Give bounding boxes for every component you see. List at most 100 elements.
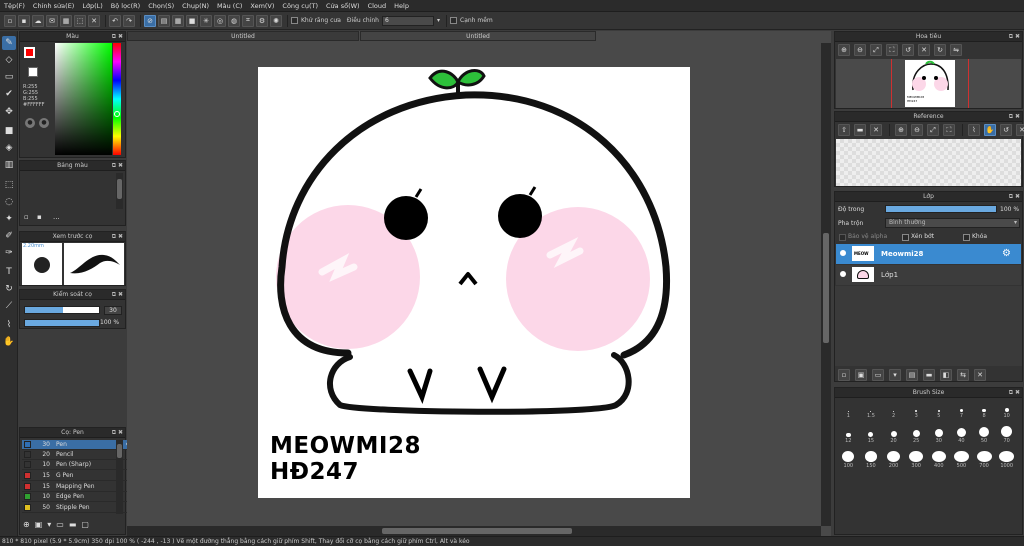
- brush-size-preset[interactable]: 3: [907, 401, 926, 419]
- blend-mode-select[interactable]: Bình thường ▾: [885, 218, 1020, 228]
- merge-down-icon[interactable]: ▤: [906, 369, 918, 381]
- grid-icon[interactable]: ▦: [60, 14, 72, 27]
- brush-size-preset[interactable]: 1.5: [861, 401, 880, 419]
- divide-tool-icon[interactable]: ⟋: [2, 299, 16, 313]
- panel-close-icon[interactable]: ⧉ ✖: [112, 290, 123, 300]
- layer-transfer-icon[interactable]: ⇆: [957, 369, 969, 381]
- edge-soft-checkbox[interactable]: [450, 17, 457, 24]
- brush-size-preset[interactable]: 150: [861, 451, 880, 469]
- brush-size-preset[interactable]: 100: [839, 451, 858, 469]
- brush-size-preset[interactable]: 30: [929, 426, 948, 444]
- text-tool-icon[interactable]: T: [2, 265, 16, 279]
- chat-icon[interactable]: ✉: [46, 14, 58, 27]
- hand-tool-icon[interactable]: ✋: [2, 335, 16, 349]
- reference-up-icon[interactable]: ⇧: [838, 124, 850, 136]
- palette-more-label[interactable]: ...: [53, 213, 60, 221]
- duplicate-layer-icon[interactable]: ▭: [872, 369, 884, 381]
- snap-perspective-icon[interactable]: ⌗: [242, 14, 254, 27]
- magic-wand-icon[interactable]: ✦: [2, 212, 16, 226]
- reference-viewport[interactable]: [836, 139, 1021, 186]
- folder-brush-icon[interactable]: ▬: [69, 520, 77, 529]
- menu-window[interactable]: Cửa sổ(W): [322, 0, 364, 12]
- brush-size-preset[interactable]: 50: [975, 426, 994, 444]
- hue-slider[interactable]: [113, 43, 121, 155]
- menu-layer[interactable]: Lớp(L): [78, 0, 106, 12]
- redo-icon[interactable]: ↷: [123, 14, 135, 27]
- panel-close-icon[interactable]: ⧉ ✖: [1009, 192, 1020, 202]
- fit-icon[interactable]: ⤢: [870, 44, 882, 56]
- new-halftone-layer-icon[interactable]: ▣: [855, 369, 867, 381]
- check-tool-icon[interactable]: ✔: [2, 87, 16, 101]
- menu-file[interactable]: Tệp(F): [0, 0, 29, 12]
- tab-untitled-2[interactable]: Untitled: [360, 31, 596, 41]
- layer-folder-icon[interactable]: ▬: [923, 369, 935, 381]
- brush-size-preset[interactable]: 70: [997, 426, 1016, 444]
- menu-view[interactable]: Xem(V): [246, 0, 278, 12]
- brush-size-preset[interactable]: 25: [907, 426, 926, 444]
- brush-size-preset[interactable]: 20: [884, 426, 903, 444]
- brush-size-preset[interactable]: 1000: [997, 451, 1016, 469]
- canvas-vertical-scrollbar[interactable]: [821, 43, 831, 526]
- artboard[interactable]: MEOWMI28 HĐ247: [258, 67, 690, 498]
- brush-size-preset[interactable]: 7: [952, 401, 971, 419]
- panel-close-icon[interactable]: ⧉ ✖: [112, 32, 123, 42]
- brush-menu-icon[interactable]: ▾: [47, 520, 51, 529]
- select-pen-icon[interactable]: ✐: [2, 229, 16, 243]
- brush-size-preset[interactable]: 700: [975, 451, 994, 469]
- menu-edit[interactable]: Chỉnh sửa(E): [29, 0, 78, 12]
- snap-options-icon[interactable]: ✺: [270, 14, 282, 27]
- snap-radial-icon[interactable]: ✳: [200, 14, 212, 27]
- brush-size-preset[interactable]: 2: [884, 401, 903, 419]
- pen-list-scrollbar[interactable]: [116, 440, 123, 514]
- layer-mask-icon[interactable]: ◧: [940, 369, 952, 381]
- snap-cross-icon[interactable]: ▦: [172, 14, 184, 27]
- reference-close-icon[interactable]: ✕: [870, 124, 882, 136]
- operation-tool-icon[interactable]: ↻: [2, 282, 16, 296]
- primary-color-swatch[interactable]: [24, 47, 35, 58]
- snap-circle-icon[interactable]: ◎: [214, 14, 226, 27]
- reference-open-icon[interactable]: ▬: [854, 124, 866, 136]
- palette-scrollbar[interactable]: [116, 173, 123, 209]
- brush-size-preset[interactable]: 15: [861, 426, 880, 444]
- adjust-input[interactable]: 6: [381, 15, 434, 26]
- panel-close-icon[interactable]: ⧉ ✖: [112, 428, 123, 438]
- snap-off-icon[interactable]: ⊘: [144, 14, 156, 27]
- brush-size-preset[interactable]: 8: [975, 401, 994, 419]
- color-mode-icon[interactable]: ●: [25, 118, 35, 128]
- tab-untitled-1[interactable]: Untitled: [127, 31, 359, 41]
- eraser-tool-icon[interactable]: ◇: [2, 53, 16, 67]
- delete-palette-icon[interactable]: ▪: [37, 213, 42, 221]
- menu-color[interactable]: Màu (C): [213, 0, 246, 12]
- reference-reset-icon[interactable]: ✕: [1016, 124, 1024, 136]
- color-wheel-icon[interactable]: ●: [39, 118, 49, 128]
- brush-size-preset[interactable]: 300: [907, 451, 926, 469]
- add-brush-icon[interactable]: ⊕: [23, 520, 30, 529]
- menu-tools[interactable]: Công cụ(T): [278, 0, 322, 12]
- menu-filter[interactable]: Bộ lọc(R): [107, 0, 144, 12]
- panel-close-icon[interactable]: ⧉ ✖: [1009, 388, 1020, 398]
- brush-size-preset[interactable]: 12: [839, 426, 858, 444]
- copy-brush-icon[interactable]: ▭: [56, 520, 64, 529]
- brush-size-preset[interactable]: 5: [929, 401, 948, 419]
- saturation-value-picker[interactable]: [55, 43, 112, 155]
- zoom-out-icon[interactable]: ⊖: [854, 44, 866, 56]
- panel-close-icon[interactable]: ⧉ ✖: [112, 161, 123, 171]
- reference-hand-icon[interactable]: ✋: [984, 124, 996, 136]
- brush-tool-icon[interactable]: ✎: [2, 36, 16, 50]
- antialias-checkbox[interactable]: [291, 17, 298, 24]
- reset-rotate-icon[interactable]: ✕: [918, 44, 930, 56]
- gradient-tool-icon[interactable]: ▥: [2, 158, 16, 172]
- reference-actual-icon[interactable]: ⛶: [943, 124, 955, 136]
- reference-zoom-in-icon[interactable]: ⊕: [895, 124, 907, 136]
- layer-row-lop1[interactable]: Lớp1: [836, 265, 1021, 285]
- snap-fill-icon[interactable]: ■: [186, 14, 198, 27]
- reference-fit-icon[interactable]: ⤢: [927, 124, 939, 136]
- eye-icon[interactable]: [840, 271, 846, 277]
- fill-shape-icon[interactable]: ■: [2, 124, 16, 138]
- layer-row-meowmi28[interactable]: MEOW Meowmi28 ⚙: [836, 244, 1021, 264]
- zoom-in-icon[interactable]: ⊕: [838, 44, 850, 56]
- navigator-viewport[interactable]: MEOWMI28 HĐ247: [836, 59, 1021, 108]
- brush-size-preset[interactable]: 200: [884, 451, 903, 469]
- reference-zoom-out-icon[interactable]: ⊖: [911, 124, 923, 136]
- menu-cloud[interactable]: Cloud: [364, 0, 391, 12]
